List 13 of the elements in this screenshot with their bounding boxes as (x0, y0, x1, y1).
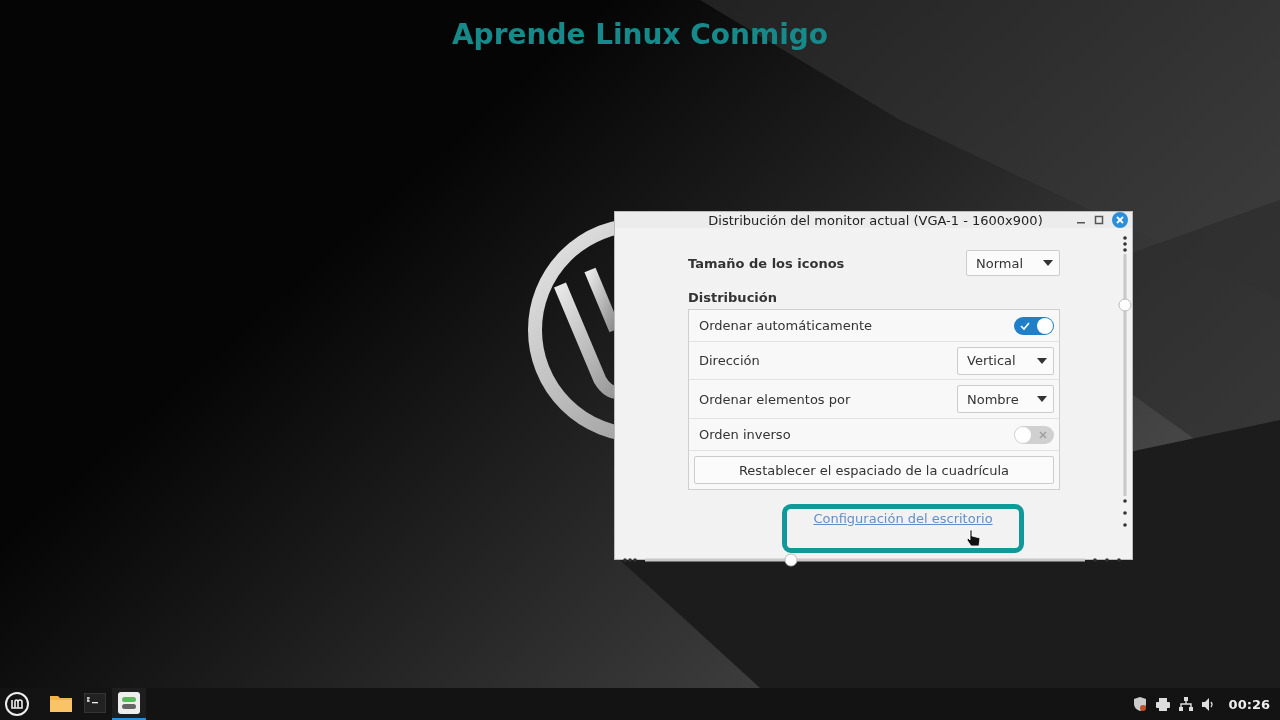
field-label: Tamaño de los iconos (688, 255, 845, 271)
overlay-title: Aprende Linux Conmigo (451, 18, 829, 51)
dropdown[interactable]: Normal (966, 250, 1060, 276)
row-label: Dirección (699, 353, 760, 368)
dropdown[interactable]: Vertical (957, 346, 1054, 375)
row-label: Ordenar automáticamente (699, 318, 872, 333)
row-label: Orden inverso (699, 427, 791, 442)
reset-button[interactable]: Restablecer el espaciado de la cuadrícula (694, 456, 1054, 484)
window-title: Distribución del monitor actual (VGA-1 - 1600x900) (707, 212, 1044, 228)
section-heading: Distribución (688, 290, 777, 305)
clock[interactable]: 00:26 (1228, 696, 1270, 712)
row-label: Ordenar elementos por (699, 391, 851, 407)
dropdown[interactable]: Nombre (957, 385, 1054, 413)
